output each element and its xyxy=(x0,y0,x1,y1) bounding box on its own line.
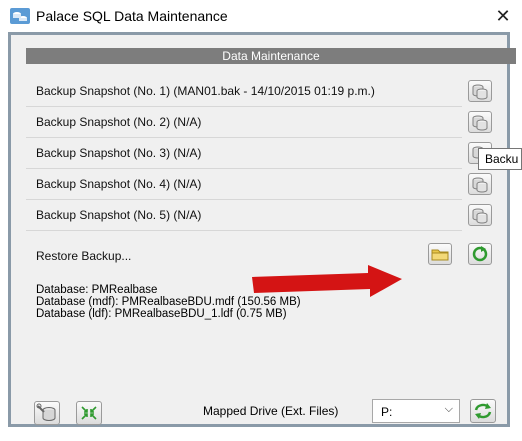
folder-icon xyxy=(431,249,449,261)
database-mdf: Database (mdf): PMRealbaseBDU.mdf (150.5… xyxy=(36,296,301,308)
backup-db-icon xyxy=(472,177,488,193)
database-info: Database: PMRealbase Database (mdf): PMR… xyxy=(36,284,301,320)
refresh-button[interactable] xyxy=(470,399,496,423)
restore-button[interactable] xyxy=(468,243,492,265)
tooltip: Backu xyxy=(478,148,522,170)
backup-row-1: Backup Snapshot (No. 1) (MAN01.bak - 14/… xyxy=(26,76,462,107)
backup-button-1[interactable] xyxy=(468,80,492,102)
compress-button[interactable] xyxy=(76,401,102,425)
database-icon xyxy=(10,8,30,24)
backup-db-icon xyxy=(472,84,488,100)
restore-label: Restore Backup... xyxy=(36,249,132,263)
panel-header: Data Maintenance xyxy=(26,48,516,64)
backup-label-3: Backup Snapshot (No. 3) (N/A) xyxy=(36,146,202,160)
mapped-drive-value: P: xyxy=(381,405,393,419)
window-title: Palace SQL Data Maintenance xyxy=(36,8,228,24)
chevron-down-icon: ⌵ xyxy=(444,403,453,415)
db-tool-button[interactable] xyxy=(34,401,60,425)
backup-row-3: Backup Snapshot (No. 3) (N/A) xyxy=(26,138,462,169)
backup-db-icon xyxy=(472,208,488,224)
database-ldf: Database (ldf): PMRealbaseBDU_1.ldf (0.7… xyxy=(36,308,287,320)
database-name: Database: PMRealbase xyxy=(36,284,158,296)
backup-label-4: Backup Snapshot (No. 4) (N/A) xyxy=(36,177,202,191)
backup-button-2[interactable] xyxy=(468,111,492,133)
refresh-icon xyxy=(474,403,492,419)
title-bar: Palace SQL Data Maintenance ✕ xyxy=(0,0,522,32)
mapped-drive-label: Mapped Drive (Ext. Files) xyxy=(203,404,339,418)
backup-label-1: Backup Snapshot (No. 1) (MAN01.bak - 14/… xyxy=(36,84,375,98)
backup-label-2: Backup Snapshot (No. 2) (N/A) xyxy=(36,115,202,129)
backup-button-5[interactable] xyxy=(468,204,492,226)
backup-button-4[interactable] xyxy=(468,173,492,195)
backup-row-2: Backup Snapshot (No. 2) (N/A) xyxy=(26,107,462,138)
backup-label-5: Backup Snapshot (No. 5) (N/A) xyxy=(36,208,202,222)
db-tool-icon xyxy=(36,403,56,421)
mapped-drive-select[interactable]: P: ⌵ xyxy=(372,399,460,423)
backup-db-icon xyxy=(472,115,488,131)
browse-folder-button[interactable] xyxy=(428,243,452,265)
backup-row-4: Backup Snapshot (No. 4) (N/A) xyxy=(26,169,462,200)
backup-row-5: Backup Snapshot (No. 5) (N/A) xyxy=(26,200,462,231)
compress-icon xyxy=(81,406,97,420)
close-icon[interactable]: ✕ xyxy=(488,3,518,29)
restore-icon xyxy=(472,246,488,262)
